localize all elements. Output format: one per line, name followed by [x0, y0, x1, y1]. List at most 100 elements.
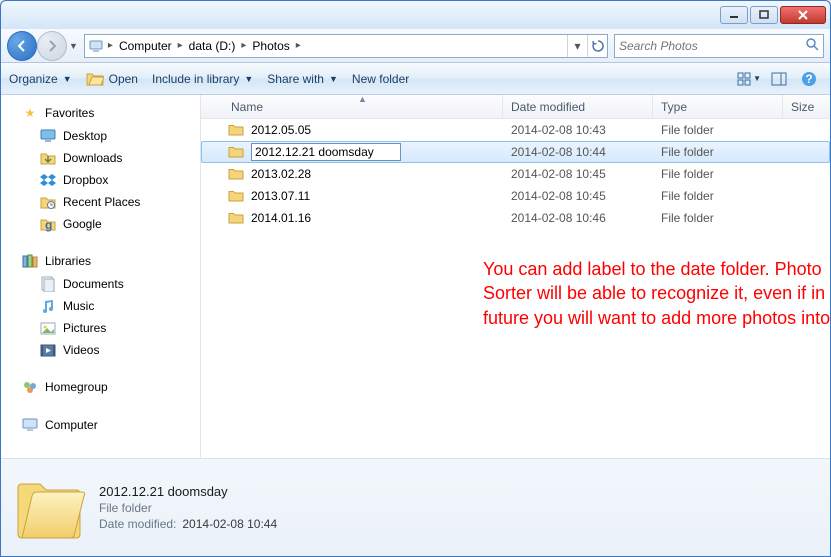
recent-icon: [39, 193, 57, 211]
refresh-button[interactable]: [587, 35, 607, 57]
open-button[interactable]: Open: [86, 70, 138, 88]
file-date: 2014-02-08 10:43: [503, 123, 653, 137]
file-name: 2013.07.11: [251, 189, 310, 203]
table-row[interactable]: 2013.07.112014-02-08 10:45File folder: [201, 185, 830, 207]
homegroup-label: Homegroup: [45, 380, 108, 394]
search-box[interactable]: [614, 34, 824, 58]
sidebar-item-recent-places[interactable]: Recent Places: [1, 191, 200, 213]
search-icon[interactable]: [805, 37, 819, 54]
svg-text:g: g: [45, 218, 52, 232]
libraries-icon: [21, 252, 39, 270]
breadcrumb[interactable]: Computer: [114, 35, 177, 57]
sidebar-item-label: Desktop: [63, 129, 107, 143]
column-header-type[interactable]: Type: [653, 95, 783, 118]
sidebar-item-dropbox[interactable]: Dropbox: [1, 169, 200, 191]
body: ★ Favorites Desktop Downloads Dropbox Recen…: [1, 95, 830, 458]
breadcrumb-sep[interactable]: ▸: [177, 40, 184, 51]
file-name: 2012.05.05: [251, 123, 311, 137]
file-type: File folder: [653, 211, 783, 225]
file-name: 2014.01.16: [251, 211, 311, 225]
breadcrumb-sep[interactable]: ▸: [107, 40, 114, 51]
column-type-label: Type: [661, 100, 687, 114]
sidebar-item-label: Google: [63, 217, 102, 231]
sidebar-item-label: Music: [63, 299, 94, 313]
content-area: Name▲ Date modified Type Size 2012.05.05…: [201, 95, 830, 458]
column-size-label: Size: [791, 100, 814, 114]
file-date: 2014-02-08 10:44: [503, 145, 653, 159]
folder-icon-large: [11, 470, 87, 546]
help-button[interactable]: ?: [796, 68, 822, 90]
sidebar-group-computer: Computer: [1, 413, 200, 437]
sidebar-item-pictures[interactable]: Pictures: [1, 317, 200, 339]
sidebar-item-google[interactable]: g Google: [1, 213, 200, 235]
new-folder-button[interactable]: New folder: [352, 72, 409, 86]
computer-icon: [87, 37, 105, 55]
desktop-icon: [39, 127, 57, 145]
maximize-button[interactable]: [750, 6, 778, 24]
nav-buttons: ▼: [7, 31, 78, 61]
history-dropdown-icon[interactable]: ▼: [69, 41, 78, 51]
forward-button[interactable]: [37, 31, 67, 61]
sort-ascending-icon: ▲: [358, 94, 367, 104]
chevron-down-icon: ▼: [244, 74, 253, 84]
minimize-button[interactable]: [720, 6, 748, 24]
sidebar-item-videos[interactable]: Videos: [1, 339, 200, 361]
folder-icon: [227, 209, 245, 227]
file-list: 2012.05.052014-02-08 10:43File folder201…: [201, 119, 830, 458]
preview-pane-button[interactable]: [766, 68, 792, 90]
file-date: 2014-02-08 10:45: [503, 189, 653, 203]
folder-icon: [227, 165, 245, 183]
sidebar-item-label: Downloads: [63, 151, 122, 165]
pictures-icon: [39, 319, 57, 337]
include-in-library-menu[interactable]: Include in library▼: [152, 72, 253, 86]
explorer-window: ▼ ▸ Computer ▸ data (D:) ▸ Photos ▸ ▾ Or…: [0, 0, 831, 557]
sidebar-head-computer[interactable]: Computer: [1, 413, 200, 437]
new-folder-label: New folder: [352, 72, 409, 86]
sidebar-head-homegroup[interactable]: Homegroup: [1, 375, 200, 399]
homegroup-icon: [21, 378, 39, 396]
sidebar-head-libraries[interactable]: Libraries: [1, 249, 200, 273]
breadcrumb[interactable]: Photos: [247, 35, 294, 57]
sidebar-item-label: Videos: [63, 343, 99, 357]
column-header-date[interactable]: Date modified: [503, 95, 653, 118]
sidebar-item-music[interactable]: Music: [1, 295, 200, 317]
back-button[interactable]: [7, 31, 37, 61]
file-name: 2013.02.28: [251, 167, 311, 181]
favorites-label: Favorites: [45, 106, 94, 120]
sidebar-item-label: Pictures: [63, 321, 106, 335]
breadcrumb[interactable]: data (D:): [184, 35, 241, 57]
breadcrumb-sep[interactable]: ▸: [295, 40, 302, 51]
column-header-name[interactable]: Name▲: [223, 95, 503, 118]
rename-input[interactable]: [251, 143, 401, 161]
file-date: 2014-02-08 10:46: [503, 211, 653, 225]
open-label: Open: [109, 72, 138, 86]
sidebar-item-label: Dropbox: [63, 173, 108, 187]
file-type: File folder: [653, 167, 783, 181]
sidebar-item-desktop[interactable]: Desktop: [1, 125, 200, 147]
breadcrumb-sep[interactable]: ▸: [240, 40, 247, 51]
sidebar-group-libraries: Libraries Documents Music Pictures Videos: [1, 249, 200, 361]
table-row[interactable]: 2012.05.052014-02-08 10:43File folder: [201, 119, 830, 141]
view-options-button[interactable]: ▼: [736, 68, 762, 90]
videos-icon: [39, 341, 57, 359]
sidebar-item-documents[interactable]: Documents: [1, 273, 200, 295]
table-row[interactable]: 2014.01.16 2014-02-08 10:46File folder: [201, 207, 830, 229]
search-input[interactable]: [619, 39, 801, 53]
sidebar-head-favorites[interactable]: ★ Favorites: [1, 101, 200, 125]
column-date-label: Date modified: [511, 100, 585, 114]
table-row[interactable]: 2013.02.282014-02-08 10:45File folder: [201, 163, 830, 185]
documents-icon: [39, 275, 57, 293]
details-type: File folder: [99, 501, 277, 515]
svg-text:?: ?: [805, 72, 812, 86]
navbar: ▼ ▸ Computer ▸ data (D:) ▸ Photos ▸ ▾: [1, 29, 830, 63]
folder-icon: [227, 143, 245, 161]
address-dropdown-icon[interactable]: ▾: [567, 35, 587, 57]
organize-menu[interactable]: Organize▼: [9, 72, 72, 86]
close-button[interactable]: [780, 6, 826, 24]
sidebar-item-downloads[interactable]: Downloads: [1, 147, 200, 169]
share-with-menu[interactable]: Share with▼: [267, 72, 338, 86]
column-header-size[interactable]: Size: [783, 95, 830, 118]
address-bar[interactable]: ▸ Computer ▸ data (D:) ▸ Photos ▸ ▾: [84, 34, 608, 58]
table-row[interactable]: 2014-02-08 10:44File folder: [201, 141, 830, 163]
chevron-down-icon: ▼: [329, 74, 338, 84]
